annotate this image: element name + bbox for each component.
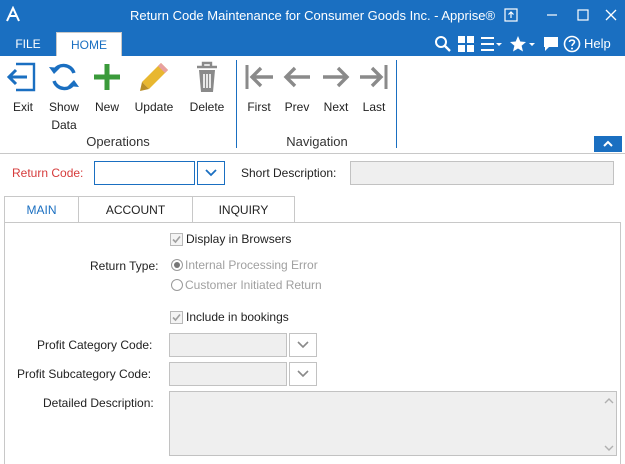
show-data-label-line2: Data: [51, 118, 77, 132]
display-in-browsers-label: Display in Browsers: [186, 232, 292, 246]
include-in-bookings-label: Include in bookings: [186, 310, 289, 324]
tab-account[interactable]: ACCOUNT: [78, 196, 193, 223]
radio-customer-initiated-return[interactable]: [171, 279, 183, 291]
chevron-down-icon: [297, 341, 309, 349]
chevron-up-icon: [603, 140, 613, 147]
window-title: Return Code Maintenance for Consumer Goo…: [129, 8, 496, 23]
chevron-down-icon: [205, 169, 217, 177]
prev-button[interactable]: Prev: [280, 60, 314, 116]
last-button[interactable]: Last: [357, 60, 391, 116]
internal-processing-error-label: Internal Processing Error: [185, 258, 318, 272]
return-code-input[interactable]: [94, 161, 195, 185]
profit-subcategory-code-input[interactable]: [169, 362, 287, 386]
delete-label: Delete: [189, 100, 225, 114]
show-data-label-line1: Show: [48, 100, 80, 114]
favorites-star-icon[interactable]: [509, 35, 535, 53]
maximize-window-button[interactable]: [570, 3, 596, 27]
exit-button[interactable]: Exit: [6, 60, 40, 116]
return-type-label: Return Type:: [90, 259, 159, 273]
short-description-label: Short Description:: [241, 166, 337, 180]
include-in-bookings-checkbox[interactable]: [170, 311, 183, 324]
scroll-down-arrow-icon[interactable]: [603, 442, 615, 452]
exit-icon: [6, 60, 40, 94]
profit-category-code-input[interactable]: [169, 333, 287, 357]
update-button[interactable]: Update: [131, 60, 177, 116]
tab-file[interactable]: FILE: [6, 32, 50, 56]
arrow-left-icon: [280, 60, 314, 94]
pencil-icon: [137, 60, 171, 94]
return-code-label: Return Code:: [12, 166, 84, 180]
grid-view-icon[interactable]: [457, 35, 475, 53]
display-in-browsers-checkbox[interactable]: [170, 233, 183, 246]
navigation-group-label: Navigation: [286, 134, 348, 149]
update-label: Update: [134, 100, 174, 114]
ribbon: Exit Show Data New Update Delete Operati…: [0, 56, 625, 154]
detailed-description-textarea[interactable]: [169, 391, 617, 456]
help-icon[interactable]: [563, 35, 581, 53]
tab-main[interactable]: MAIN: [4, 196, 79, 224]
ribbon-tab-bar: FILE HOME Help: [0, 32, 625, 56]
tab-home[interactable]: HOME: [56, 32, 122, 56]
detailed-description-label: Detailed Description:: [43, 396, 154, 410]
search-icon[interactable]: [434, 35, 452, 53]
prev-label: Prev: [284, 100, 310, 114]
scroll-up-arrow-icon[interactable]: [603, 395, 615, 405]
return-code-dropdown-button[interactable]: [197, 161, 225, 185]
first-label: First: [247, 100, 271, 114]
profit-subcategory-dropdown-button[interactable]: [289, 362, 317, 386]
next-button[interactable]: Next: [319, 60, 353, 116]
menu-list-icon[interactable]: [480, 35, 502, 53]
restore-window-button[interactable]: [498, 3, 524, 27]
last-label: Last: [362, 100, 386, 114]
next-label: Next: [323, 100, 349, 114]
last-record-icon: [357, 60, 391, 94]
new-button[interactable]: New: [90, 60, 124, 116]
new-label: New: [94, 100, 119, 114]
arrow-right-icon: [319, 60, 353, 94]
first-record-icon: [242, 60, 276, 94]
show-data-button[interactable]: Show Data: [44, 60, 84, 134]
radio-internal-processing-error[interactable]: [171, 259, 183, 271]
checkmark-icon: [172, 235, 181, 244]
profit-subcategory-code-label: Profit Subcategory Code:: [17, 367, 152, 381]
operations-group-label: Operations: [86, 134, 150, 149]
title-bar: Return Code Maintenance for Consumer Goo…: [0, 0, 625, 32]
help-menu[interactable]: Help: [584, 36, 611, 51]
refresh-icon: [47, 60, 81, 94]
ribbon-divider: [396, 60, 397, 148]
customer-initiated-return-label: Customer Initiated Return: [185, 278, 322, 292]
trash-icon: [190, 60, 224, 94]
first-button[interactable]: First: [242, 60, 276, 116]
minimize-window-button[interactable]: [539, 3, 565, 27]
chevron-down-icon: [297, 370, 309, 378]
close-window-button[interactable]: [598, 3, 624, 27]
checkmark-icon: [172, 313, 181, 322]
profit-category-dropdown-button[interactable]: [289, 333, 317, 357]
collapse-ribbon-button[interactable]: [594, 136, 622, 152]
plus-icon: [90, 60, 124, 94]
tab-inquiry[interactable]: INQUIRY: [192, 196, 295, 223]
exit-label: Exit: [12, 100, 33, 114]
profit-category-code-label: Profit Category Code:: [37, 338, 153, 352]
chat-icon[interactable]: [542, 35, 560, 53]
delete-button[interactable]: Delete: [186, 60, 228, 116]
short-description-input[interactable]: [350, 161, 614, 185]
